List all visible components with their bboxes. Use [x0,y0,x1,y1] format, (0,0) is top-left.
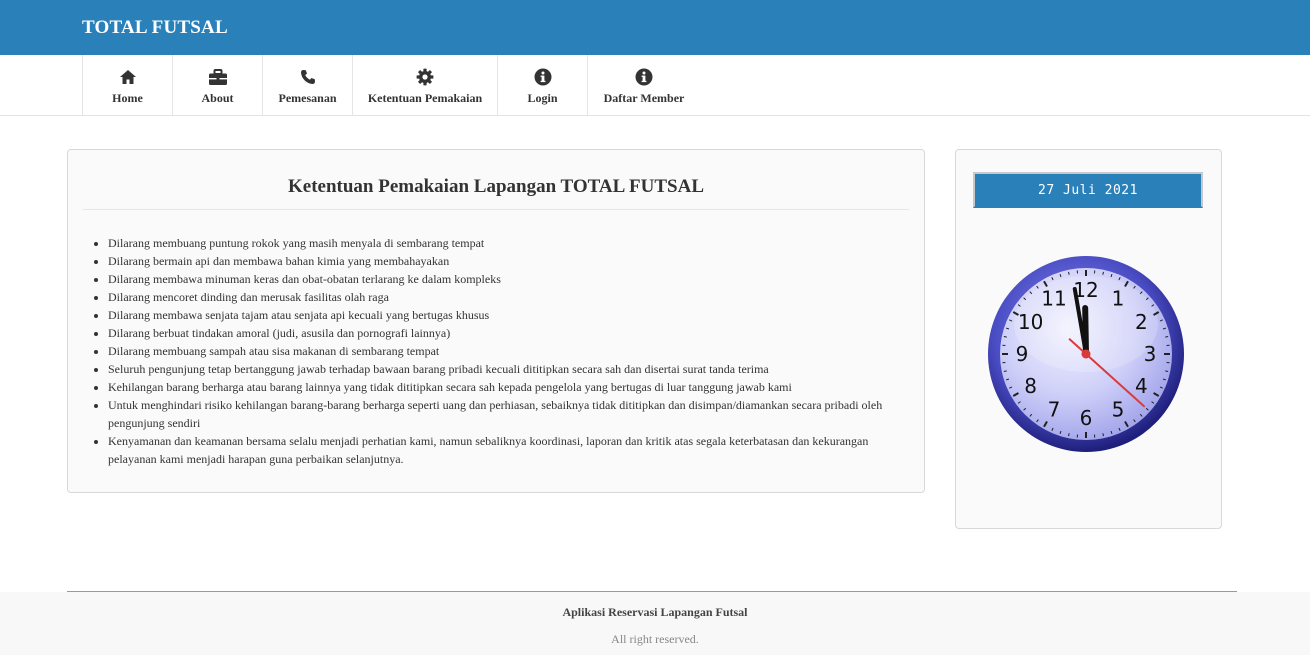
nav-label-ketentuan-pemakaian: Ketentuan Pemakaian [367,91,483,105]
clock-numeral: 9 [1016,342,1029,366]
nav-item-login[interactable]: Login [498,55,588,116]
clock-numeral: 2 [1135,310,1148,334]
clock-center-pin [1081,349,1091,359]
footer-title: Aplikasi Reservasi Lapangan Futsal [562,605,748,619]
terms-panel: Ketentuan Pemakaian Lapangan TOTAL FUTSA… [67,149,925,493]
clock-numeral: 7 [1048,397,1061,421]
terms-title: Ketentuan Pemakaian Lapangan TOTAL FUTSA… [83,176,909,210]
terms-list-item: Dilarang mencoret dinding dan merusak fa… [108,288,898,306]
briefcase-icon [208,67,228,87]
home-icon [118,67,138,87]
terms-list-item: Dilarang membawa minuman keras dan obat-… [108,270,898,288]
navigation-bar: Home About Pemesanan Ketentuan Pemakaian… [0,55,1310,116]
clock-tick [1003,336,1007,338]
clock-numeral: 1 [1112,287,1125,311]
clock-tick [1068,271,1070,275]
terms-list-item: Dilarang berbuat tindakan amoral (judi, … [108,324,898,342]
brand-title[interactable]: TOTAL FUTSAL [82,17,228,39]
clock-numeral: 5 [1112,397,1125,421]
nav-label-pemesanan: Pemesanan [278,91,337,105]
clock-tick [1165,370,1169,372]
footer: Aplikasi Reservasi Lapangan Futsal All r… [0,592,1310,655]
clock-numeral: 8 [1024,374,1037,398]
terms-list-item: Dilarang bermain api dan membawa bahan k… [108,252,898,270]
nav-item-about[interactable]: About [173,55,263,116]
top-header: TOTAL FUTSAL [0,0,1310,55]
terms-list-item: Kehilangan barang berharga atau barang l… [108,378,898,396]
clock-numeral: 10 [1018,310,1043,334]
nav-label-login: Login [527,91,558,105]
phone-icon [298,67,318,87]
nav-label-home: Home [112,91,143,105]
clock-tick [1102,271,1104,275]
nav-item-daftar-member[interactable]: Daftar Member [588,55,700,116]
sidebar-panel: 27 Juli 2021 12 1 2 3 4 5 6 7 8 9 10 11 [955,149,1222,529]
analog-clock: 12 1234567891011 [988,256,1184,452]
nav-label-about: About [201,91,234,105]
terms-list-item: Dilarang membuang sampah atau sisa makan… [108,342,898,360]
nav-menu: Home About Pemesanan Ketentuan Pemakaian… [82,55,700,116]
clock-tick [1102,433,1104,437]
nav-label-daftar-member: Daftar Member [603,91,685,105]
terms-list-item: Seluruh pengunjung tetap bertanggung jaw… [108,360,898,378]
gear-icon [415,67,435,87]
clock-tick [1165,336,1169,338]
clock-numeral: 3 [1144,342,1157,366]
nav-item-home[interactable]: Home [83,55,173,116]
clock-numeral: 6 [1080,406,1093,430]
info-icon [533,67,553,87]
clock-tick [1003,370,1007,372]
info-icon [634,67,654,87]
terms-list-item: Untuk menghindari risiko kehilangan bara… [108,396,898,432]
clock-numeral: 11 [1041,287,1066,311]
nav-item-ketentuan-pemakaian[interactable]: Ketentuan Pemakaian [353,55,498,116]
date-display: 27 Juli 2021 [973,172,1203,208]
clock-numeral: 4 [1135,374,1148,398]
terms-list-item: Dilarang membuang puntung rokok yang mas… [108,234,898,252]
clock-tick [1068,433,1070,437]
terms-list-item: Kenyamanan dan keamanan bersama selalu m… [108,432,898,468]
terms-list: Dilarang membuang puntung rokok yang mas… [108,234,898,468]
footer-copyright: All right reserved. [611,632,699,646]
terms-list-item: Dilarang membawa senjata tajam atau senj… [108,306,898,324]
nav-item-pemesanan[interactable]: Pemesanan [263,55,353,116]
